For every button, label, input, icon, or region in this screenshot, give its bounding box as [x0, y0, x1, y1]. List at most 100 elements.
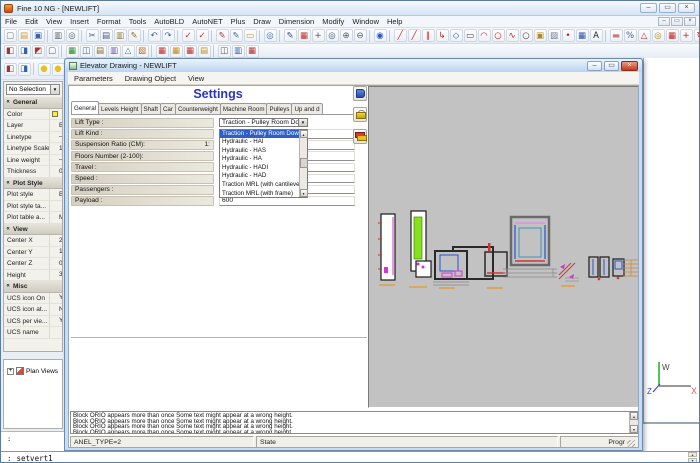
offset-icon[interactable]: ◎ [652, 29, 665, 42]
property-row[interactable]: « View [4, 224, 62, 236]
property-value[interactable] [49, 109, 62, 120]
settings-tab[interactable]: Up and d [291, 103, 322, 114]
property-value[interactable] [49, 327, 62, 338]
command-history[interactable]: : [1, 431, 64, 451]
property-row[interactable]: « Misc [4, 281, 62, 293]
menu-item[interactable]: Format [93, 17, 125, 26]
mdi-close-button[interactable]: × [684, 17, 696, 26]
property-row[interactable]: « Thickness 0 [4, 166, 62, 178]
block-icon[interactable]: ▣ [534, 29, 547, 42]
find-icon[interactable]: ◎ [264, 29, 277, 42]
layers-button[interactable] [353, 129, 367, 144]
toolbar-icon[interactable] [61, 45, 63, 57]
property-row[interactable]: « Plot style B [4, 189, 62, 201]
revcloud-icon[interactable]: ∿ [506, 29, 519, 42]
menu-item[interactable]: Help [383, 17, 406, 26]
property-row[interactable]: « Linetype — [4, 132, 62, 144]
layer-bulb2-icon[interactable]: ● [52, 63, 65, 76]
copy-clip-icon[interactable]: ▤ [100, 29, 113, 42]
property-row[interactable]: « Plot Style [4, 178, 62, 190]
lock-button[interactable] [353, 107, 367, 122]
toolbar-icon[interactable] [279, 30, 281, 42]
toolbar-icon[interactable] [151, 45, 153, 57]
scrollbar-thumb[interactable] [300, 158, 308, 168]
menu-item[interactable]: Edit [21, 17, 42, 26]
property-row[interactable]: « UCS per vie... Y [4, 316, 62, 328]
property-value[interactable]: 1 [49, 247, 62, 258]
chevron-down-icon[interactable]: ▼ [298, 119, 307, 127]
property-value[interactable]: — [49, 155, 62, 166]
menu-item[interactable]: Tools [125, 17, 151, 26]
dropdown-scrollbar[interactable]: ▴ ▾ [299, 130, 307, 197]
mdi-restore-button[interactable]: ▭ [671, 17, 683, 26]
calc-icon[interactable]: ◫ [218, 45, 231, 58]
toolbar-icon[interactable] [47, 30, 49, 42]
drawing-icon[interactable]: ▧ [136, 45, 149, 58]
property-row[interactable]: « Center Y 1 [4, 247, 62, 259]
dropdown-option[interactable]: Traction MRL (with cantilever [220, 181, 299, 190]
toolbar-icon[interactable] [81, 30, 83, 42]
sketch-icon[interactable]: ✎ [216, 29, 229, 42]
parallel-icon[interactable]: ∥ [422, 29, 435, 42]
property-row[interactable]: « Center Z 0 [4, 258, 62, 270]
settings-tab[interactable]: Machine Room [220, 103, 268, 114]
net-icon[interactable]: ▥ [232, 45, 245, 58]
slabs-icon[interactable]: ▤ [94, 45, 107, 58]
openings-icon[interactable]: ◫ [80, 45, 93, 58]
dropdown-option[interactable]: Hydraulic - HAS [220, 147, 299, 156]
toolbar-icon[interactable] [605, 30, 607, 42]
toolbar-icon[interactable] [143, 30, 145, 42]
grid-red-icon[interactable]: ▦ [298, 29, 311, 42]
rectangle-icon[interactable]: ▭ [464, 29, 477, 42]
settings-tab[interactable]: Shaft [141, 103, 161, 114]
redraw-icon[interactable]: ◧ [4, 45, 17, 58]
menu-item[interactable]: View [42, 17, 66, 26]
book-button[interactable] [353, 86, 367, 101]
menu-item[interactable]: Window [348, 17, 383, 26]
standards-icon[interactable]: ✓ [196, 29, 209, 42]
dropdown-option[interactable]: Hydraulic - HA [220, 155, 299, 164]
close-button[interactable]: × [678, 3, 695, 13]
collapse-icon[interactable]: « [4, 97, 12, 108]
command-window-right[interactable] [643, 422, 700, 451]
open-icon[interactable]: ▤ [18, 29, 31, 42]
array-icon[interactable]: ▦ [666, 29, 679, 42]
scroll-down-icon[interactable]: ▾ [300, 189, 308, 197]
property-row[interactable]: « Plot style ta... [4, 201, 62, 213]
xline-icon[interactable]: ╱ [408, 29, 421, 42]
rotate-icon[interactable]: ↻ [694, 29, 700, 42]
property-value[interactable]: — [49, 132, 62, 143]
fixture-grid3-icon[interactable]: ▦ [184, 45, 197, 58]
property-value[interactable]: 2 [49, 235, 62, 246]
menu-item[interactable]: Dimension [275, 17, 318, 26]
property-value[interactable]: N [49, 304, 62, 315]
dropdown-option[interactable]: Traction - Pulley Room Down [220, 130, 299, 139]
redo-icon[interactable]: ↷ [162, 29, 175, 42]
property-row[interactable]: « Height 3 [4, 270, 62, 282]
toolbar-icon[interactable] [177, 30, 179, 42]
scroll-up-icon[interactable]: ▴ [630, 412, 638, 420]
ruler-icon[interactable]: ▭ [244, 29, 257, 42]
settings-tab[interactable]: General [71, 101, 99, 114]
fixture-grid1-icon[interactable]: ▦ [156, 45, 169, 58]
scroll-up-icon[interactable]: ▴ [300, 130, 308, 138]
layer-bulb-on-icon[interactable]: ● [38, 63, 51, 76]
dialog-titlebar[interactable]: Elevator Drawing - NEWLIFT – ▭ × [65, 59, 642, 72]
move-icon[interactable]: + [680, 29, 693, 42]
dialog-menu-item[interactable]: Drawing Object [119, 74, 182, 83]
tree-item-plan-views[interactable]: + Plan Views [4, 367, 62, 375]
toolbar-icon[interactable] [211, 30, 213, 42]
field-input[interactable]: Traction - Pulley Room Down▼ [219, 118, 308, 128]
arc-icon[interactable]: ◠ [478, 29, 491, 42]
menu-item[interactable]: Draw [249, 17, 275, 26]
ellipse-icon[interactable]: ○ [520, 29, 533, 42]
walls-icon[interactable]: ▦ [66, 45, 79, 58]
dialog-maximize-button[interactable]: ▭ [604, 61, 619, 71]
paste-icon[interactable]: ▥ [114, 29, 127, 42]
pan-icon[interactable]: + [312, 29, 325, 42]
collapse-icon[interactable]: « [4, 281, 12, 292]
line-icon[interactable]: ╱ [394, 29, 407, 42]
view-blue-icon[interactable]: ◨ [18, 63, 31, 76]
circle-icon[interactable]: ○ [492, 29, 505, 42]
point-icon[interactable]: • [562, 29, 575, 42]
